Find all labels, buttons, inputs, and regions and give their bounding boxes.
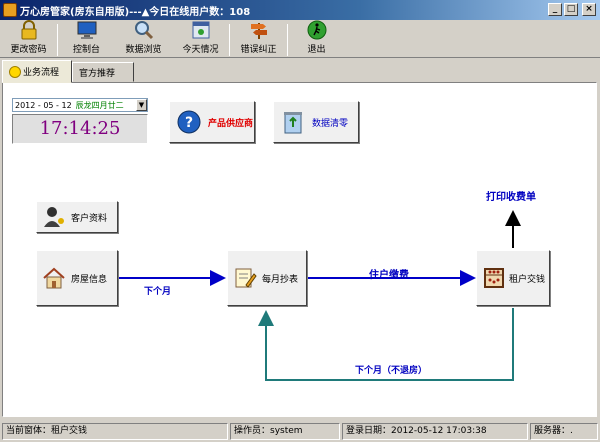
change-password-button[interactable]: 更改密码	[0, 20, 57, 58]
date-picker[interactable]: 2012 - 05 - 12 辰龙四月廿二 ▼	[12, 98, 148, 112]
status-bar: 当前窗体：租户交钱 操作员：system 登录日期：2012-05-12 17:…	[0, 420, 600, 442]
tab-official-recommend[interactable]: 官方推荐	[72, 62, 134, 82]
window-title: 万心房管家(房东自用版)---▲今日在线用户数：108	[20, 6, 251, 18]
recycle-bin-icon	[280, 109, 306, 135]
house-icon	[41, 265, 67, 291]
house-info-button[interactable]: 房屋信息	[36, 250, 118, 306]
console-button[interactable]: 控制台	[58, 20, 115, 58]
abacus-icon	[481, 265, 507, 291]
tab-strip: 业务流程 官方推荐	[0, 60, 600, 83]
close-button[interactable]: ×	[582, 3, 596, 16]
date-value: 2012 - 05 - 12	[15, 100, 72, 110]
lock-icon	[18, 20, 40, 40]
status-operator: 操作员：system	[230, 422, 340, 440]
clock-display: 17:14:25	[12, 114, 148, 144]
calendar-icon	[190, 20, 212, 40]
status-current-form: 当前窗体：租户交钱	[2, 422, 228, 440]
next-month-label: 下个月	[144, 287, 172, 297]
product-supplier-button[interactable]: ? 产品供应商	[169, 101, 255, 143]
print-receipt-label: 打印收费单	[486, 192, 536, 203]
maximize-button[interactable]: □	[564, 3, 578, 16]
resident-pay-label: 住户缴费	[369, 270, 409, 281]
monitor-icon	[76, 20, 98, 40]
svg-text:?: ?	[185, 115, 193, 131]
signpost-icon	[248, 20, 270, 40]
monthly-meter-button[interactable]: 每月抄表	[227, 250, 307, 306]
toolbar: 更改密码 控制台 数据浏览 今天情况 错误纠正 退出	[0, 20, 600, 58]
notepad-pencil-icon	[232, 265, 258, 291]
error-correction-button[interactable]: 错误纠正	[230, 20, 287, 58]
tenant-pay-button[interactable]: 租户交钱	[476, 250, 550, 306]
exit-icon	[306, 20, 328, 40]
person-icon	[41, 204, 67, 230]
today-status-button[interactable]: 今天情况	[172, 20, 229, 58]
status-login-date: 登录日期：2012-05-12 17:03:38	[342, 422, 528, 440]
smiley-icon	[9, 65, 21, 78]
exit-button[interactable]: 退出	[288, 20, 345, 58]
data-browse-button[interactable]: 数据浏览	[115, 20, 172, 58]
tab-business-flow[interactable]: 业务流程	[2, 60, 72, 83]
title-bar: 万心房管家(房东自用版)---▲今日在线用户数：108 _ □ ×	[0, 0, 600, 20]
minimize-button[interactable]: _	[548, 3, 562, 16]
chevron-down-icon[interactable]: ▼	[136, 99, 147, 111]
window-controls: _ □ ×	[548, 3, 596, 16]
status-server: 服务器：.	[530, 422, 598, 440]
app-icon	[3, 3, 17, 17]
magnifier-icon	[133, 20, 155, 40]
help-icon: ?	[176, 109, 202, 135]
customer-info-button[interactable]: 客户资料	[36, 201, 118, 233]
lunar-date: 辰龙四月廿二	[75, 100, 124, 110]
next-month-no-leave-label: 下个月（不退房）	[355, 366, 428, 376]
clear-data-button[interactable]: 数据清零	[273, 101, 359, 143]
